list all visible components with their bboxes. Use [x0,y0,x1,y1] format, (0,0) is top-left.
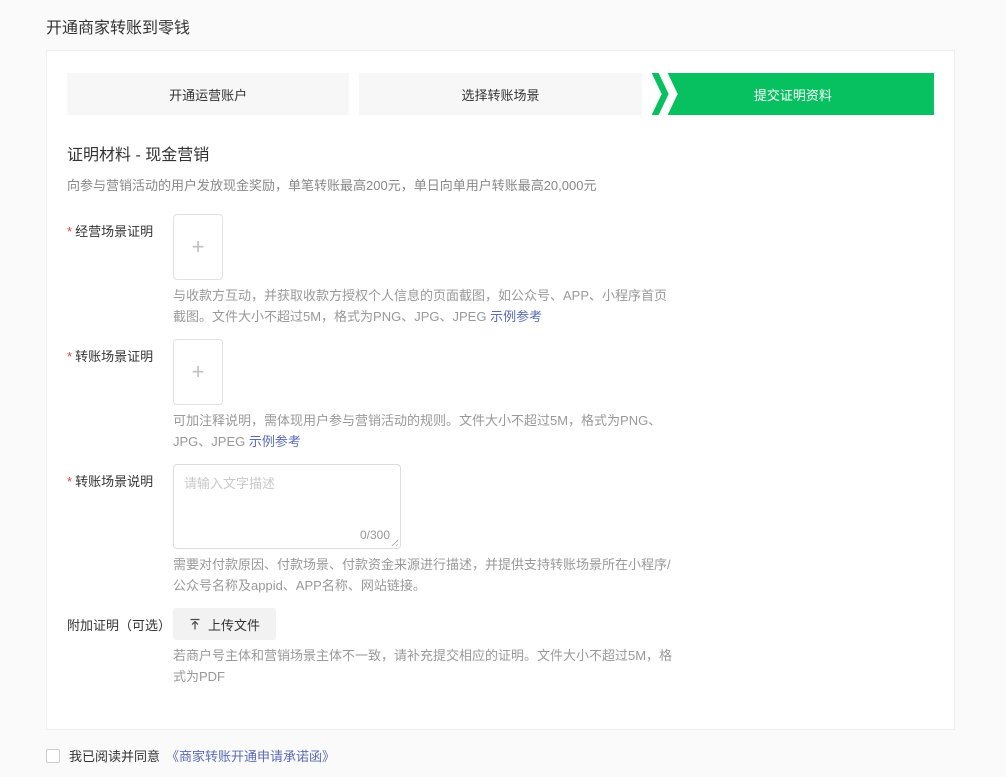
field-description: 与收款方互动，并获取收款方授权个人信息的页面截图，如公众号、APP、小程序首页 … [173,285,673,327]
field-business-scene-proof: *经营场景证明 + 与收款方互动，并获取收款方授权个人信息的页面截图，如公众号、… [67,214,934,327]
step-bar: 开通运营账户 选择转账场景 提交证明资料 [67,73,934,115]
field-transfer-scene-description: *转账场景说明 0/300 需要对付款原因、付款场景、付款资金来源进行描述，并提… [67,464,934,596]
field-label: 附加证明（可选） [67,608,173,687]
upload-icon [189,618,201,630]
section-subtitle: 向参与营销活动的用户发放现金奖励，单笔转账最高200元，单日向单用户转账最高20… [67,175,934,194]
field-label: *经营场景证明 [67,214,173,327]
agreement-text: 我已阅读并同意 [69,746,160,765]
plus-icon: + [192,236,205,258]
field-label: *转账场景说明 [67,464,173,596]
field-transfer-scene-proof: *转账场景证明 + 可加注释说明，需体现用户参与营销活动的规则。文件大小不超过5… [67,339,934,452]
required-mark: * [67,224,72,239]
page-title: 开通商家转账到零钱 [0,0,1006,50]
field-additional-proof: 附加证明（可选） 上传文件 若商户号主体和营销场景主体不一致，请补充提交相应的证… [67,608,934,687]
sample-reference-link[interactable]: 示例参考 [490,309,542,324]
step-select-transfer-scene: 选择转账场景 [359,73,641,115]
image-upload-box[interactable]: + [173,339,223,405]
image-upload-box[interactable]: + [173,214,223,280]
field-description: 可加注释说明，需体现用户参与营销活动的规则。文件大小不超过5M，格式为PNG、 … [173,410,673,452]
step-submit-proof-active: 提交证明资料 [652,73,934,115]
agreement-row: 我已阅读并同意 《商家转账开通申请承诺函》 [46,746,1006,765]
description-textarea-wrap: 0/300 [173,464,401,549]
agreement-checkbox[interactable] [46,749,60,763]
agreement-letter-link[interactable]: 《商家转账开通申请承诺函》 [166,746,335,765]
field-label: *转账场景证明 [67,339,173,452]
step-label: 选择转账场景 [461,85,539,104]
required-mark: * [67,474,72,489]
field-description: 需要对付款原因、付款场景、付款资金来源进行描述，并提供支持转账场景所在小程序/ … [173,554,673,596]
step-label: 开通运营账户 [169,85,247,104]
sample-reference-link[interactable]: 示例参考 [249,434,301,449]
required-mark: * [67,349,72,364]
section-title: 证明材料 - 现金营销 [67,141,934,165]
step-open-operating-account: 开通运营账户 [67,73,349,115]
form-card: 开通运营账户 选择转账场景 提交证明资料 证明材料 - 现金营销 向参与营销活动… [46,50,955,730]
field-description: 若商户号主体和营销场景主体不一致，请补充提交相应的证明。文件大小不超过5M，格 … [173,645,673,687]
step-label: 提交证明资料 [754,85,832,104]
proof-form: *经营场景证明 + 与收款方互动，并获取收款方授权个人信息的页面截图，如公众号、… [67,214,934,687]
upload-file-button[interactable]: 上传文件 [173,608,276,640]
plus-icon: + [192,361,205,383]
char-counter: 0/300 [360,528,390,542]
